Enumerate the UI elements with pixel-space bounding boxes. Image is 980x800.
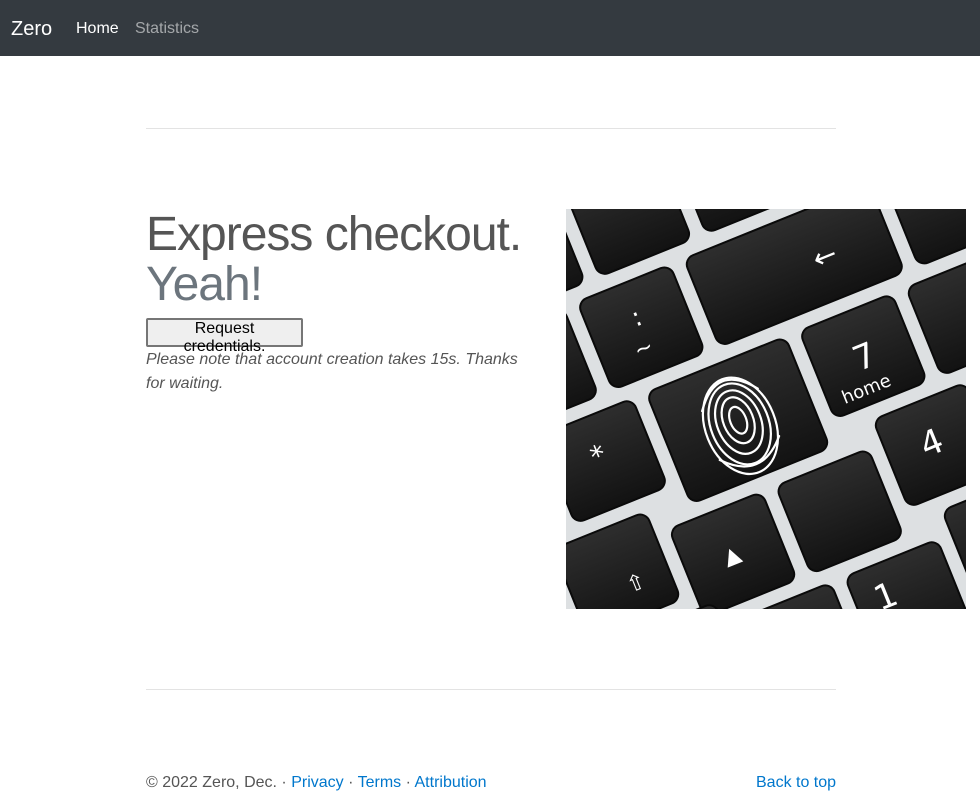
account-creation-note: Please note that account creation takes … [146,351,518,392]
nav-link-statistics[interactable]: Statistics [135,19,199,39]
footer-link-terms[interactable]: Terms [358,774,402,791]
nav-link-home[interactable]: Home [76,19,119,39]
footer-link-privacy[interactable]: Privacy [291,774,343,791]
bottom-divider [146,689,836,690]
fingerprint-keyboard-image: : ~ * ← 7 home 4 ⇧ ▲ 1 [566,209,966,609]
headline-main: Express checkout. [146,208,522,261]
fingerprint-key-keyboard-image: : ~ * ← 7 home 4 ⇧ ▲ 1 [566,209,966,609]
footer: © 2022 Zero, Dec. · Privacy · Terms · At… [146,773,487,793]
footer-separator: · [348,774,354,791]
back-to-top-link[interactable]: Back to top [756,773,836,793]
request-credentials-button[interactable]: Request credentials. [146,318,303,355]
headline-muted: Yeah! [146,258,263,311]
footer-copyright: © 2022 Zero, Dec. [146,774,277,791]
footer-separator: · [281,774,287,791]
top-divider [146,128,836,129]
footer-separator: · [405,774,411,791]
hero-headline: Express checkout. Yeah! [146,210,546,310]
top-navbar: Zero Home Statistics [0,0,980,56]
brand-link[interactable]: Zero [11,17,52,41]
footer-link-attribution[interactable]: Attribution [415,774,487,791]
